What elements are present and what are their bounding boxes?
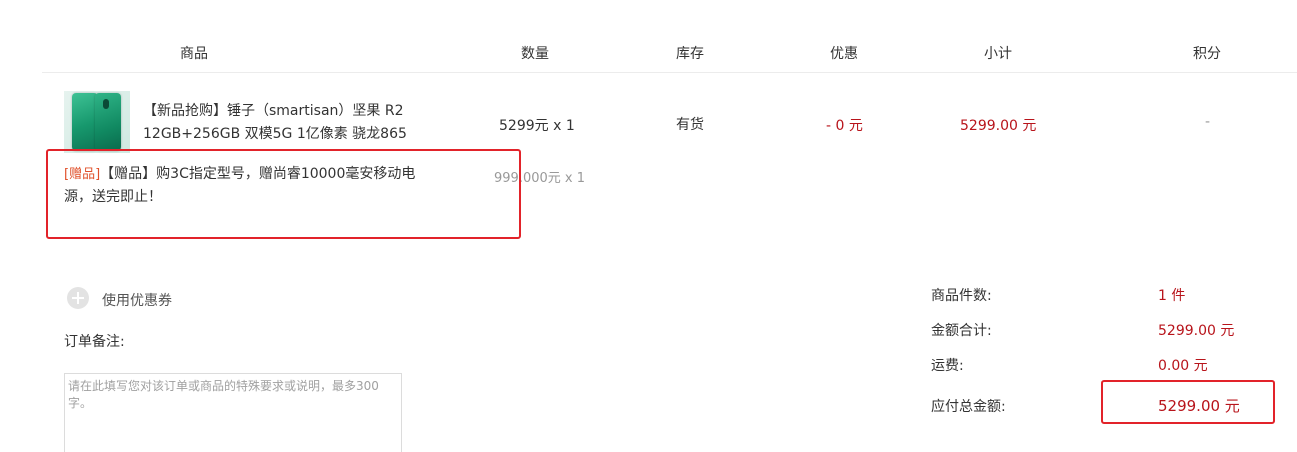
- product-thumbnail[interactable]: [64, 91, 130, 153]
- product-stock: 有货: [676, 117, 704, 133]
- shipping-value: 0.00 元: [1158, 358, 1208, 374]
- product-name-line2: 12GB+256GB 双模5G 1亿像素 骁龙865: [143, 126, 407, 142]
- product-name-line1: 【新品抢购】锤子（smartisan）坚果 R2: [143, 103, 404, 119]
- gift-highlight-box: [46, 149, 521, 239]
- payable-total-label: 应付总金额:: [931, 399, 1006, 415]
- add-coupon-icon[interactable]: [67, 287, 89, 309]
- shipping-label: 运费:: [931, 358, 964, 374]
- header-divider: [42, 72, 1297, 73]
- product-name-link[interactable]: 【新品抢购】锤子（smartisan）坚果 R2 12GB+256GB 双模5G…: [143, 100, 443, 146]
- header-product: 商品: [180, 46, 208, 62]
- header-points: 积分: [1193, 46, 1221, 62]
- amount-total-value: 5299.00 元: [1158, 323, 1235, 339]
- item-count-value: 1 件: [1158, 288, 1186, 304]
- product-discount: - 0 元: [826, 118, 863, 134]
- camera-module-image: [103, 99, 109, 109]
- payable-highlight-box: [1101, 380, 1275, 424]
- item-count-label: 商品件数:: [931, 288, 992, 304]
- order-remark-label: 订单备注:: [64, 334, 125, 350]
- header-discount: 优惠: [830, 46, 858, 62]
- product-points: -: [1205, 114, 1211, 130]
- header-quantity: 数量: [521, 46, 549, 62]
- header-subtotal: 小计: [984, 46, 1012, 62]
- order-remark-input[interactable]: [64, 373, 402, 452]
- use-coupon-link[interactable]: 使用优惠券: [102, 290, 172, 310]
- header-stock: 库存: [676, 46, 704, 62]
- amount-total-label: 金额合计:: [931, 323, 992, 339]
- product-subtotal: 5299.00 元: [960, 118, 1037, 134]
- product-price-qty: 5299元 x 1: [499, 118, 575, 134]
